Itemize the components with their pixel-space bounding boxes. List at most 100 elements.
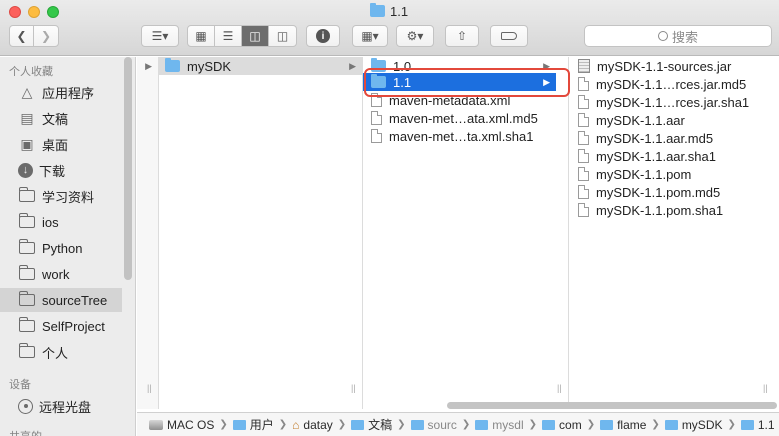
sidebar-item-remote-disc[interactable]: 远程光盘 xyxy=(0,394,122,418)
chevron-right-icon: ❯ xyxy=(40,29,52,43)
path-item-com[interactable]: com xyxy=(542,418,582,432)
list-icon: ☰ xyxy=(222,29,234,43)
chevron-right-icon: ❯ xyxy=(337,419,347,430)
file-icon xyxy=(371,129,382,143)
column-view-button[interactable]: ◫ xyxy=(242,26,269,46)
folder-icon xyxy=(740,419,754,430)
folder-icon xyxy=(18,343,35,358)
list-item[interactable]: mySDK-1.1.aar xyxy=(569,111,769,129)
chevron-right-icon: ❯ xyxy=(397,419,406,430)
share-button[interactable]: ⇧ xyxy=(445,25,479,47)
column-resize-handle[interactable]: || xyxy=(557,383,562,393)
list-item[interactable]: maven-met…ta.xml.sha1 xyxy=(363,127,556,145)
file-icon xyxy=(578,167,589,181)
sidebar-item-documents[interactable]: ▤ 文稿 xyxy=(0,106,122,130)
path-item-documents[interactable]: 文稿 xyxy=(351,416,392,433)
column-resize-handle[interactable]: || xyxy=(147,383,152,393)
title-bar: 1.1 ❮ ❯ ☰▾ ▦ ☰ ◫ ◫ i ▦▾ ⚙▾ ⇧ 搜索 xyxy=(0,0,779,56)
list-item[interactable]: mySDK-1.1.aar.sha1 xyxy=(569,147,769,165)
group-icon: ▦▾ xyxy=(361,29,379,43)
folder-icon xyxy=(351,419,365,430)
sidebar-item-sourcetree[interactable]: sourceTree xyxy=(0,288,122,312)
view-mode-control: ▦ ☰ ◫ ◫ xyxy=(187,25,297,47)
disk-icon xyxy=(149,419,163,430)
back-button[interactable]: ❮ xyxy=(10,26,34,46)
list-item[interactable]: mySDK-1.1…rces.jar.sha1 xyxy=(569,93,769,111)
path-item-macos[interactable]: MAC OS xyxy=(149,418,214,432)
sidebar-item-personal[interactable]: 个人 xyxy=(0,340,122,364)
window-title: 1.1 xyxy=(370,3,408,19)
list-view-button[interactable]: ☰ xyxy=(215,26,242,46)
list-item[interactable]: mySDK-1.1.pom.md5 xyxy=(569,183,769,201)
folder-icon xyxy=(18,291,35,306)
path-item-mysdk[interactable]: mySDK xyxy=(664,418,722,432)
file-icon xyxy=(578,113,589,127)
sidebar-item-ios[interactable]: ios xyxy=(0,210,122,234)
chevron-right-icon: ❯ xyxy=(461,419,471,430)
list-item[interactable]: mySDK ▶ xyxy=(159,57,362,75)
list-item[interactable]: mySDK-1.1.pom xyxy=(569,165,769,183)
file-icon xyxy=(578,185,589,199)
folder-icon xyxy=(370,3,385,17)
search-field[interactable]: 搜索 xyxy=(584,25,772,47)
file-icon xyxy=(578,149,589,163)
jar-file-icon xyxy=(578,59,590,73)
horizontal-scrollbar[interactable] xyxy=(447,402,777,409)
folder-icon xyxy=(542,419,556,430)
info-button[interactable]: i xyxy=(306,25,340,47)
sidebar-section-devices: 设备 xyxy=(9,379,31,391)
gear-icon: ⚙▾ xyxy=(406,29,424,43)
sidebar-item-work[interactable]: work xyxy=(0,262,122,286)
chevron-left-icon: ❮ xyxy=(16,29,27,43)
tags-button[interactable] xyxy=(490,25,528,47)
list-item[interactable]: mySDK-1.1.aar.md5 xyxy=(569,129,769,147)
columns-icon: ◫ xyxy=(249,29,261,43)
list-item[interactable]: mySDK-1.1-sources.jar xyxy=(569,57,769,75)
column-resize-handle[interactable]: || xyxy=(763,383,768,393)
column-0: ▶ || xyxy=(137,57,159,409)
file-icon xyxy=(578,131,589,145)
list-item[interactable]: maven-met…ata.xml.md5 xyxy=(363,109,556,127)
list-item[interactable]: mySDK-1.1.pom.sha1 xyxy=(569,201,769,219)
action-button[interactable]: ⚙▾ xyxy=(396,25,434,47)
sidebar-item-python[interactable]: Python xyxy=(0,236,122,260)
minimize-button[interactable] xyxy=(28,6,40,18)
path-item-sourcetree[interactable]: sourc xyxy=(410,418,457,432)
sidebar-item-desktop[interactable]: ▣ 桌面 xyxy=(0,132,122,156)
chevron-right-icon: ❯ xyxy=(586,419,596,430)
sidebar: 个人收藏 △ 应用程序 ▤ 文稿 ▣ 桌面 ↓ 下载 学习资料 ios Pyth… xyxy=(0,57,136,436)
column-1: mySDK ▶ || xyxy=(159,57,363,409)
column-resize-handle[interactable]: || xyxy=(351,383,356,393)
path-item-mysdk-dir[interactable]: mysdl xyxy=(475,418,524,432)
folder-icon xyxy=(410,419,424,430)
chevron-right-icon: ❯ xyxy=(219,419,228,430)
icon-view-button[interactable]: ▦ xyxy=(188,26,215,46)
sidebar-item-downloads[interactable]: ↓ 下载 xyxy=(0,158,122,182)
sidebar-item-selfproject[interactable]: SelfProject xyxy=(0,314,122,338)
sidebar-item-study[interactable]: 学习资料 xyxy=(0,184,122,208)
file-icon xyxy=(371,111,382,125)
folder-icon xyxy=(165,58,180,72)
sidebar-item-applications[interactable]: △ 应用程序 xyxy=(0,80,122,104)
group-button[interactable]: ▦▾ xyxy=(352,25,388,47)
close-button[interactable] xyxy=(9,6,21,18)
list-item[interactable]: mySDK-1.1…rces.jar.md5 xyxy=(569,75,769,93)
coverflow-view-button[interactable]: ◫ xyxy=(269,26,296,46)
path-item-home[interactable]: ⌂ datay xyxy=(292,418,333,432)
path-item-1-1[interactable]: 1.1 xyxy=(740,418,775,432)
share-icon: ⇧ xyxy=(456,29,468,43)
path-item-users[interactable]: 用户 xyxy=(232,416,274,433)
column-2: 1.0 ▶ 1.1 ▶ maven-metadata.xml maven-met… xyxy=(363,57,569,409)
forward-button[interactable]: ❯ xyxy=(34,26,58,46)
desktop-icon: ▣ xyxy=(20,135,34,152)
coverflow-icon: ◫ xyxy=(276,29,289,43)
folder-icon xyxy=(600,419,614,430)
folder-icon xyxy=(475,419,489,430)
folder-icon xyxy=(18,239,35,254)
path-item-flame[interactable]: flame xyxy=(600,418,646,432)
sidebar-scrollbar[interactable] xyxy=(124,57,132,280)
chevron-right-icon: ❯ xyxy=(727,419,736,430)
column-browser: ▶ || mySDK ▶ || 1.0 ▶ 1.1 ▶ maven-metada… xyxy=(137,57,779,409)
arrange-button[interactable]: ☰▾ xyxy=(141,25,179,47)
zoom-button[interactable] xyxy=(47,6,59,18)
